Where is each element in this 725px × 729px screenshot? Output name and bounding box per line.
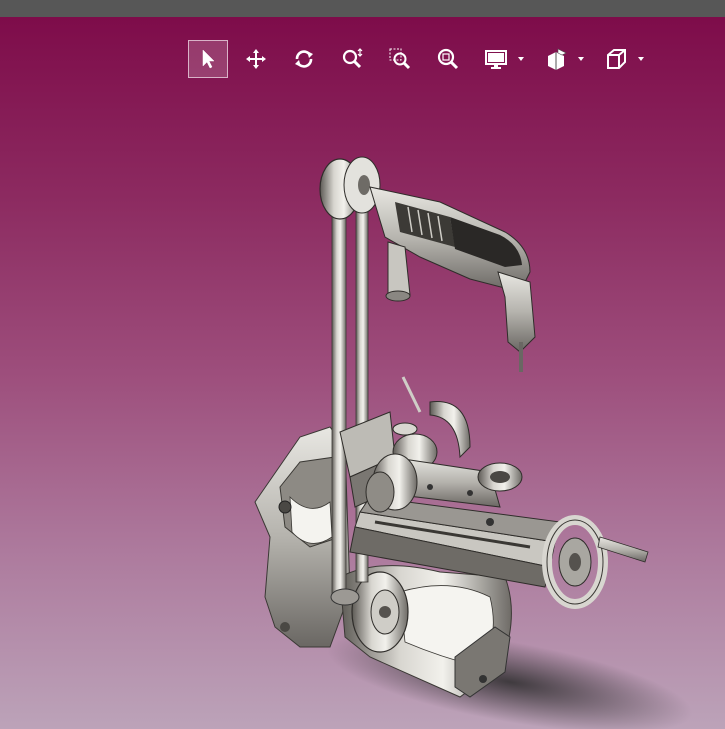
3d-model[interactable] — [0, 17, 725, 729]
chevron-down-icon[interactable] — [578, 57, 584, 61]
view-orientation-dropdown[interactable] — [596, 40, 648, 78]
bottom-flange-wheel — [351, 571, 409, 653]
chevron-down-icon[interactable] — [518, 57, 524, 61]
power-drill — [369, 186, 536, 372]
rotate-icon[interactable] — [284, 40, 324, 78]
view-orientation-cube-icon[interactable] — [596, 40, 636, 78]
display-mode-dropdown[interactable] — [476, 40, 528, 78]
chevron-down-icon[interactable] — [638, 57, 644, 61]
3d-viewport[interactable] — [0, 17, 725, 729]
pan-move-icon[interactable] — [236, 40, 276, 78]
zoom-window-icon[interactable] — [380, 40, 420, 78]
view-toolbar — [188, 39, 656, 79]
zoom-in-out-icon[interactable] — [332, 40, 372, 78]
select-arrow-icon[interactable] — [188, 40, 228, 78]
section-view-icon[interactable] — [536, 40, 576, 78]
display-mode-icon[interactable] — [476, 40, 516, 78]
window-titlebar — [0, 0, 725, 17]
hand-wheel — [542, 515, 649, 609]
section-view-dropdown[interactable] — [536, 40, 588, 78]
zoom-fit-icon[interactable] — [428, 40, 468, 78]
